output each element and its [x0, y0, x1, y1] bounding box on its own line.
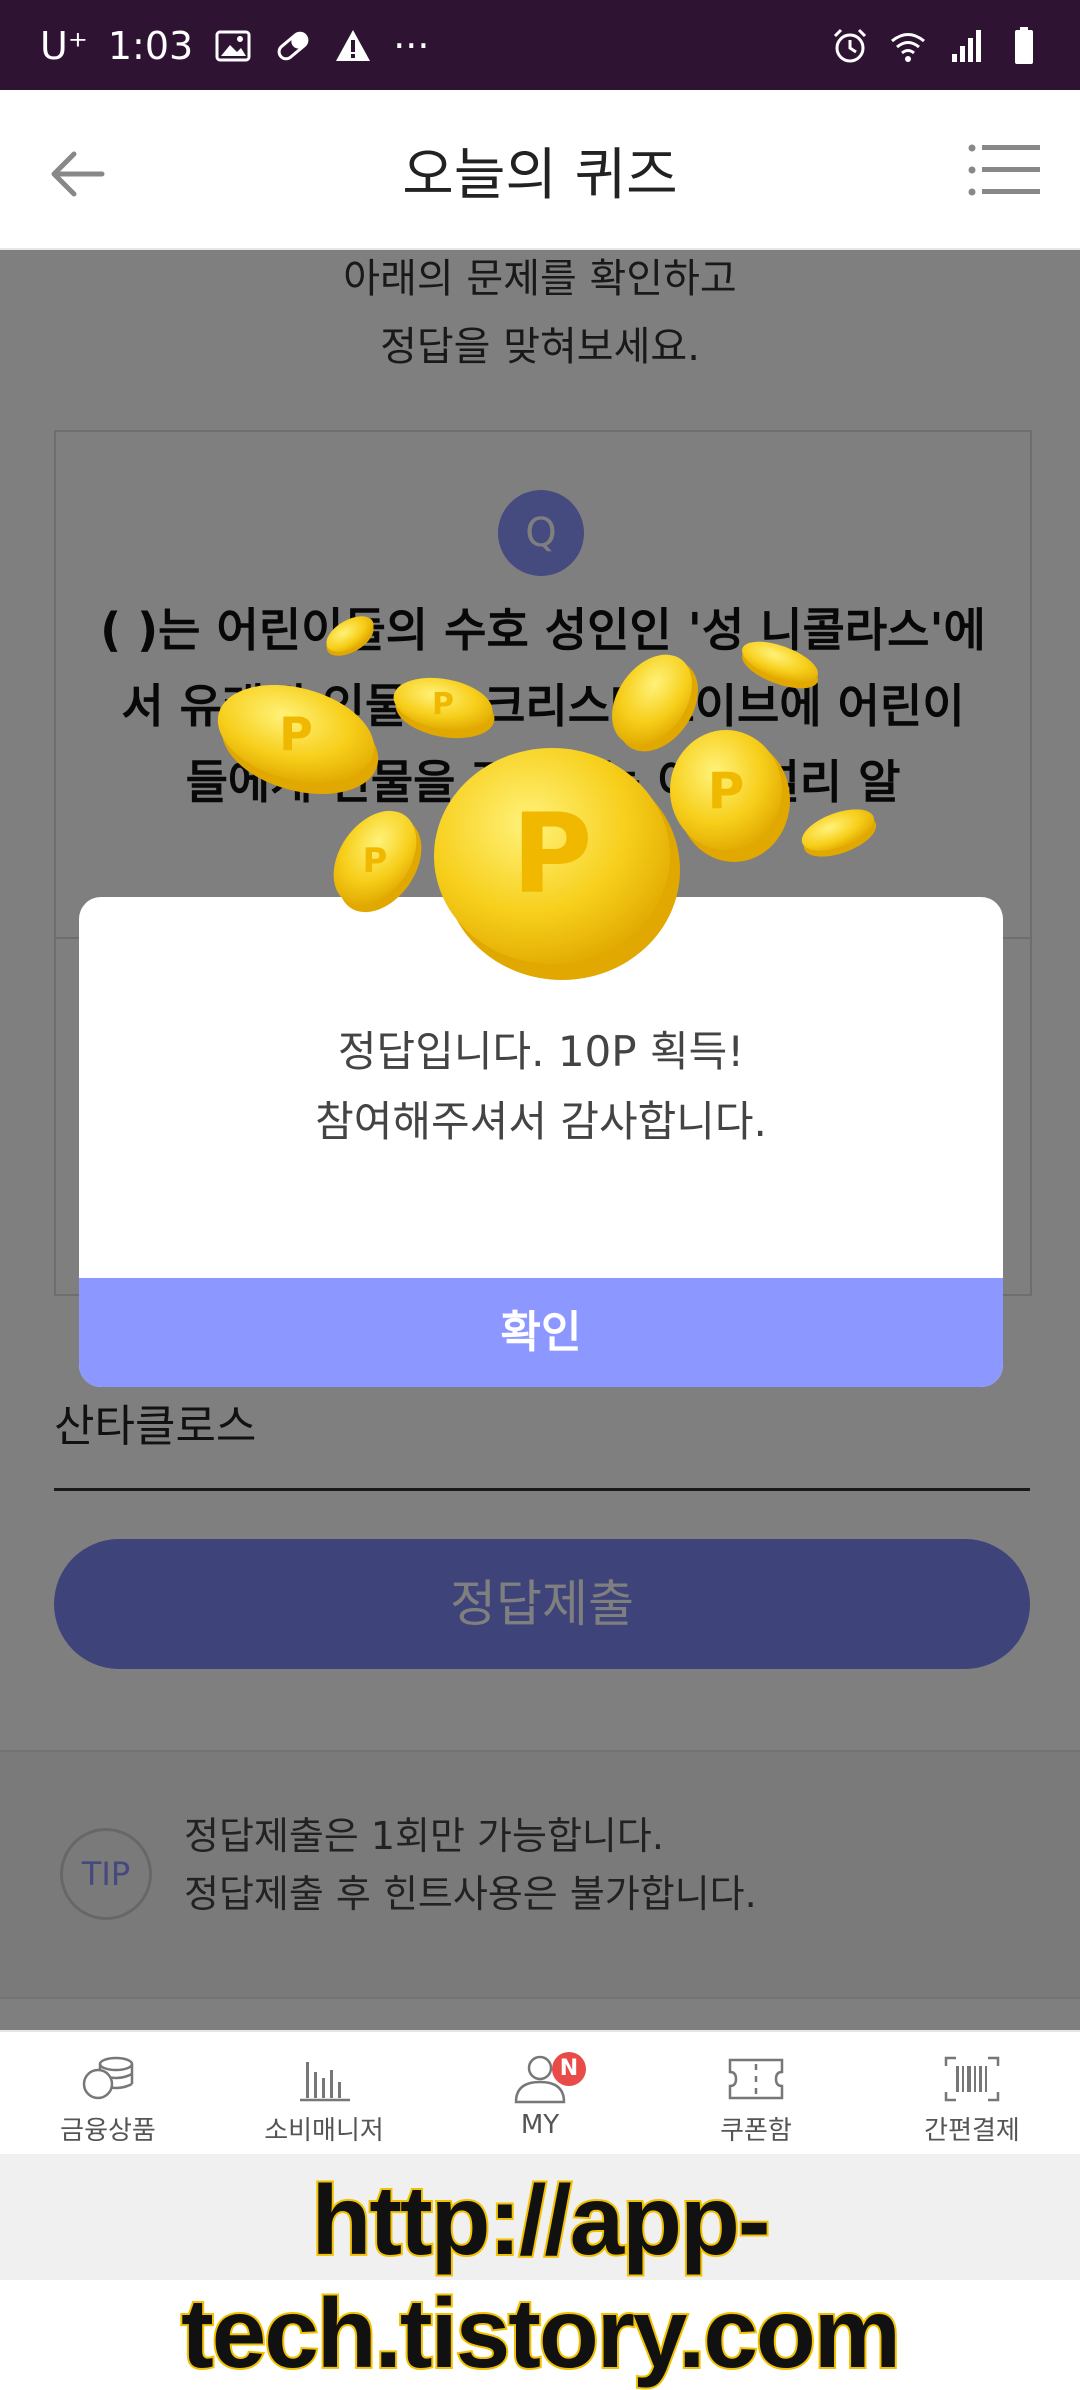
- app-header: 오늘의 퀴즈: [0, 90, 1080, 250]
- coin-icon: [801, 809, 877, 857]
- coin-letter: P: [432, 687, 454, 722]
- bar-chart-icon: [300, 2062, 350, 2102]
- nav-item-spending-manager[interactable]: 소비매니저: [216, 2032, 432, 2156]
- page-title: 오늘의 퀴즈: [402, 143, 678, 208]
- coin-icon: P: [670, 730, 790, 862]
- coin-icon: [326, 616, 374, 656]
- clock: 1:03: [107, 24, 194, 68]
- result-line: 정답입니다. 10P 획득!: [337, 1027, 745, 1076]
- nav-label: MY: [520, 2110, 560, 2140]
- nav-label: 간편결제: [924, 2116, 1020, 2146]
- coin-letter: P: [279, 707, 313, 761]
- coin-letter: P: [708, 762, 745, 820]
- status-bar: U⁺ 1:03 ···: [0, 0, 1080, 90]
- watermark-strip: http://app-tech.tistory.com: [0, 2154, 1080, 2390]
- warning-icon: [336, 30, 371, 61]
- alarm-icon: [833, 28, 867, 63]
- coin-icon: [742, 641, 818, 689]
- nav-item-easy-pay[interactable]: 간편결제: [864, 2032, 1080, 2156]
- watermark-text: http://app-tech.tistory.com: [179, 2163, 903, 2390]
- nav-item-my[interactable]: N MY: [432, 2032, 648, 2156]
- coin-icon: P: [434, 748, 680, 980]
- more-notifications-icon: ···: [393, 24, 430, 68]
- coin-letter: P: [512, 790, 593, 918]
- nav-label: 쿠폰함: [720, 2116, 792, 2146]
- coin-icon: P: [333, 810, 422, 913]
- coin-icon: P: [393, 677, 495, 739]
- pill-icon: [277, 31, 309, 61]
- carrier-label: U⁺: [40, 24, 88, 68]
- gallery-icon: [215, 30, 251, 62]
- result-message: 정답입니다. 10P 획득! 참여해주셔서 감사합니다.: [79, 1017, 1003, 1157]
- signal-icon: [952, 30, 981, 62]
- nav-item-financial-products[interactable]: 금융상품: [0, 2032, 216, 2156]
- coins-stack-icon: [82, 2056, 134, 2100]
- coin-letter: P: [363, 841, 388, 881]
- menu-icon[interactable]: [968, 142, 1040, 198]
- barcode-icon: [944, 2056, 1000, 2102]
- nav-item-coupon-box[interactable]: 쿠폰함: [648, 2032, 864, 2156]
- nav-label: 금융상품: [60, 2116, 156, 2146]
- notification-badge: N: [552, 2052, 586, 2086]
- confirm-button[interactable]: 확인: [79, 1278, 1003, 1387]
- coins-illustration: P P P P P: [217, 616, 877, 980]
- coin-icon: P: [217, 684, 379, 795]
- nav-label: 소비매니저: [264, 2116, 384, 2146]
- wifi-icon: [891, 33, 925, 62]
- battery-icon: [1015, 27, 1033, 64]
- ticket-icon: [728, 2058, 784, 2100]
- bottom-nav: 금융상품 소비매니저 N MY 쿠폰함 간편결제: [0, 2030, 1080, 2156]
- result-line: 참여해주셔서 감사합니다.: [315, 1097, 767, 1146]
